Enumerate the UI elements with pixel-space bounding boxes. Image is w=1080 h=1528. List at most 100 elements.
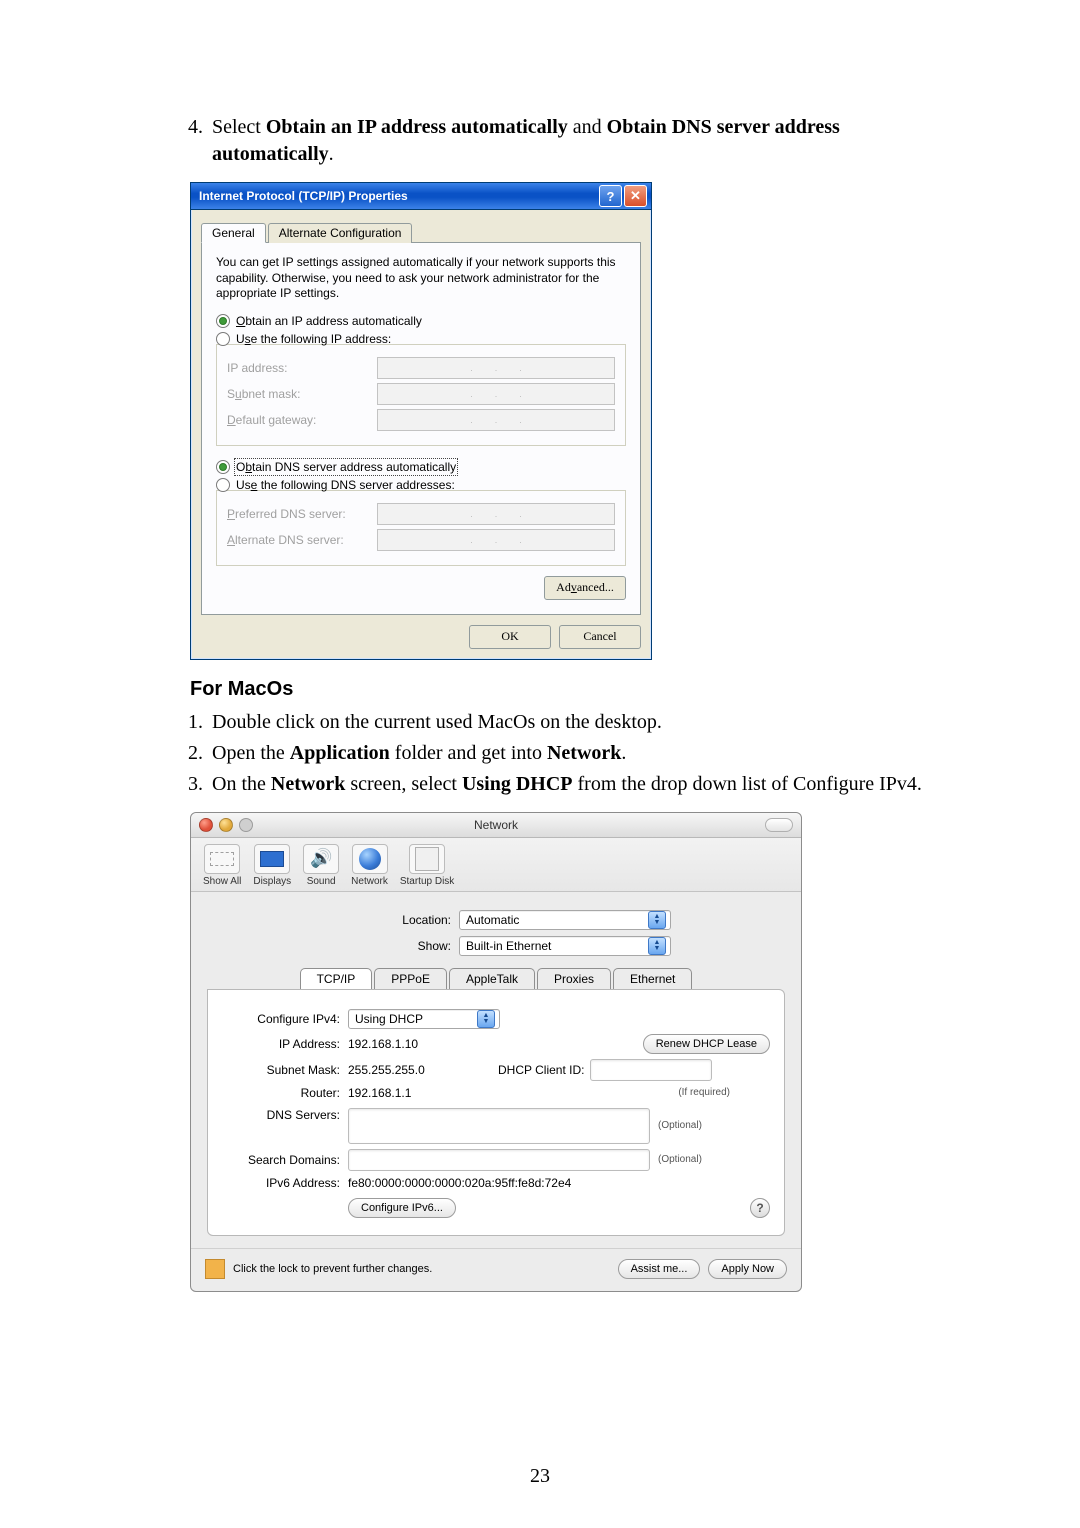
mac-toolbar: Show All Displays 🔊 Sound Network Startu… (191, 838, 801, 892)
mac-window-title: Network (191, 818, 801, 832)
location-value: Automatic (466, 913, 644, 927)
subnet-mask-label: Subnet Mask: (222, 1063, 348, 1077)
radio-ip-manual-label: Use the following IP address: (236, 332, 391, 346)
displays-icon (260, 851, 284, 867)
tcpip-pane: Configure IPv4: Using DHCP ▲▼ IP Address… (207, 989, 785, 1236)
dns-servers-input[interactable] (348, 1108, 650, 1144)
step4-opt1: Obtain an IP address automatically (266, 116, 568, 138)
step-4: Select Obtain an IP address automaticall… (208, 114, 950, 168)
speaker-icon: 🔊 (310, 848, 332, 869)
input-alternate-dns: ... (377, 529, 615, 551)
page-number: 23 (0, 1465, 1080, 1488)
mac-step-3: On the Network screen, select Using DHCP… (208, 771, 950, 798)
xp-title-bar: Internet Protocol (TCP/IP) Properties ? … (191, 183, 651, 210)
step4-suffix: . (329, 143, 334, 165)
radio-dns-manual-label: Use the following DNS server addresses: (236, 478, 455, 492)
toolbar-sound[interactable]: 🔊 Sound (303, 844, 339, 887)
cancel-button-label: Cancel (583, 629, 616, 643)
mac-footer: Click the lock to prevent further change… (191, 1248, 801, 1291)
toolbar-network[interactable]: Network (351, 844, 388, 887)
radio-ip-manual[interactable] (216, 332, 230, 346)
mac-step-2: Open the Application folder and get into… (208, 740, 950, 767)
ok-button-label: OK (501, 629, 518, 643)
advanced-button[interactable]: Advanced... (544, 576, 626, 600)
label-alternate-dns: Alternate DNS server: (227, 533, 377, 547)
tab-alternate-config[interactable]: Alternate Configuration (268, 223, 413, 243)
location-label: Location: (321, 913, 459, 927)
tab-appletalk[interactable]: AppleTalk (449, 968, 535, 989)
help-icon[interactable]: ? (599, 185, 622, 207)
label-preferred-dns: Preferred DNS server: (227, 507, 377, 521)
label-default-gateway: Default gateway: (227, 413, 377, 427)
tab-general[interactable]: General (201, 223, 266, 243)
configure-ipv4-label: Configure IPv4: (222, 1012, 348, 1026)
router-label: Router: (222, 1086, 348, 1100)
input-ip-address: ... (377, 357, 615, 379)
dns-fields-group: Preferred DNS server:... Alternate DNS s… (216, 490, 626, 566)
xp-tcpip-dialog: Internet Protocol (TCP/IP) Properties ? … (190, 182, 652, 660)
dns-optional-hint: (Optional) (658, 1120, 702, 1131)
mac-network-window: Network Show All Displays 🔊 Sound Networ… (190, 812, 802, 1292)
toolbar-startup-label: Startup Disk (400, 876, 454, 887)
xp-title-text: Internet Protocol (TCP/IP) Properties (199, 189, 408, 203)
ip-address-label: IP Address: (222, 1037, 348, 1051)
tab-ethernet[interactable]: Ethernet (613, 968, 692, 989)
search-optional-hint: (Optional) (658, 1154, 702, 1165)
label-ip-address: IP address: (227, 361, 377, 375)
toolbar-displays[interactable]: Displays (253, 844, 291, 887)
ipv6-address-value: fe80:0000:0000:0000:020a:95ff:fe8d:72e4 (348, 1176, 571, 1190)
apply-now-button[interactable]: Apply Now (708, 1259, 787, 1279)
configure-ipv6-button[interactable]: Configure IPv6... (348, 1198, 456, 1218)
search-domains-input[interactable] (348, 1149, 650, 1171)
tab-tcpip[interactable]: TCP/IP (300, 968, 373, 989)
dhcp-client-id-label: DHCP Client ID: (498, 1063, 584, 1077)
radio-dns-auto[interactable] (216, 460, 230, 474)
tab-proxies[interactable]: Proxies (537, 968, 611, 989)
dhcp-client-hint: (If required) (678, 1087, 730, 1098)
step4-mid: and (568, 116, 607, 138)
radio-dns-auto-label: Obtain DNS server address automatically (236, 460, 456, 474)
radio-ip-auto[interactable] (216, 314, 230, 328)
ip-address-value: 192.168.1.10 (348, 1037, 643, 1051)
configure-ipv4-value: Using DHCP (355, 1012, 473, 1026)
lock-text: Click the lock to prevent further change… (233, 1263, 610, 1275)
label-subnet-mask: Subnet mask: (227, 387, 377, 401)
input-preferred-dns: ... (377, 503, 615, 525)
ipv6-address-label: IPv6 Address: (222, 1176, 348, 1190)
xp-description: You can get IP settings assigned automat… (216, 255, 626, 302)
toolbar-startup-disk[interactable]: Startup Disk (400, 844, 454, 887)
toolbar-show-all[interactable]: Show All (203, 844, 241, 887)
close-icon[interactable]: ✕ (624, 185, 647, 207)
show-value: Built-in Ethernet (466, 939, 644, 953)
show-select[interactable]: Built-in Ethernet ▲▼ (459, 936, 671, 956)
chevron-up-down-icon: ▲▼ (477, 1010, 495, 1028)
assist-me-button[interactable]: Assist me... (618, 1259, 701, 1279)
renew-dhcp-button[interactable]: Renew DHCP Lease (643, 1034, 770, 1054)
subnet-mask-value: 255.255.255.0 (348, 1063, 468, 1077)
cancel-button[interactable]: Cancel (559, 625, 641, 649)
location-select[interactable]: Automatic ▲▼ (459, 910, 671, 930)
router-value: 192.168.1.1 (348, 1086, 678, 1100)
help-icon[interactable]: ? (750, 1198, 770, 1218)
search-domains-label: Search Domains: (222, 1153, 348, 1167)
ok-button[interactable]: OK (469, 625, 551, 649)
configure-ipv4-select[interactable]: Using DHCP ▲▼ (348, 1009, 500, 1029)
input-default-gateway: ... (377, 409, 615, 431)
show-label: Show: (321, 939, 459, 953)
mac-title-bar: Network (191, 813, 801, 838)
mac-step-1: Double click on the current used MacOs o… (208, 709, 950, 736)
toolbar-network-label: Network (351, 876, 388, 887)
toolbar-sound-label: Sound (307, 876, 336, 887)
dhcp-client-id-input[interactable] (590, 1059, 712, 1081)
toolbar-displays-label: Displays (253, 876, 291, 887)
lock-icon[interactable] (205, 1259, 225, 1279)
mac-subtabs: TCP/IP PPPoE AppleTalk Proxies Ethernet (207, 968, 785, 989)
tab-general-label: General (212, 226, 255, 240)
grid-icon (210, 852, 234, 866)
radio-dns-manual[interactable] (216, 478, 230, 492)
input-subnet-mask: ... (377, 383, 615, 405)
tab-alt-label: Alternate Configuration (279, 226, 402, 240)
chevron-up-down-icon: ▲▼ (648, 937, 666, 955)
tab-pppoe[interactable]: PPPoE (374, 968, 447, 989)
radio-ip-auto-label: Obtain an IP address automatically (236, 314, 422, 328)
